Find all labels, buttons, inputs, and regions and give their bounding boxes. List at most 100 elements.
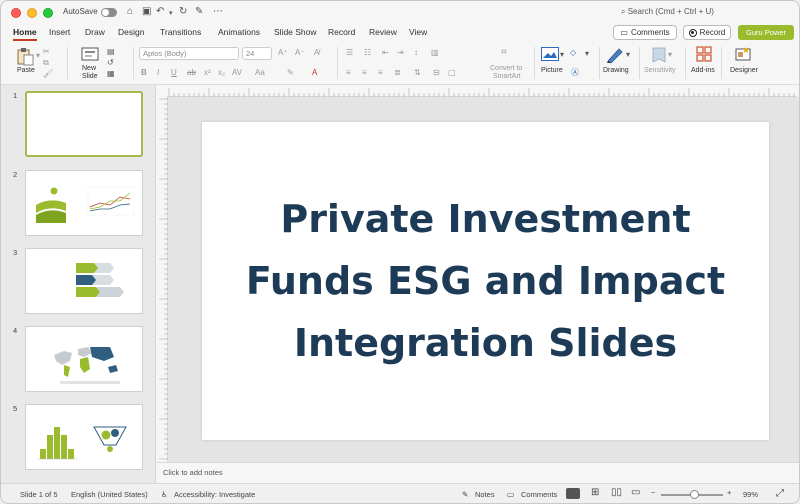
save-icon[interactable]: ▣ [142, 6, 151, 18]
undo-icon[interactable]: ↶ [156, 6, 164, 18]
record-button[interactable]: Record [683, 25, 731, 40]
minimize-window-button[interactable] [27, 8, 37, 18]
home-icon[interactable]: ⌂ [127, 6, 133, 18]
slide-thumbnail-2[interactable] [25, 170, 143, 236]
tab-transitions[interactable]: Transitions [160, 27, 201, 37]
slide-sorter-icon[interactable]: ⊞ [591, 487, 599, 498]
char-spacing-icon[interactable]: AV [232, 68, 242, 77]
align-text-icon[interactable]: ⊟ [433, 68, 440, 77]
zoom-slider-handle[interactable] [690, 490, 699, 499]
align-right-icon[interactable]: ≡ [378, 68, 383, 77]
decrease-indent-icon[interactable]: ⇤ [382, 48, 389, 57]
tab-animations[interactable]: Animations [218, 27, 260, 37]
slideshow-view-icon[interactable]: ▭ [631, 487, 640, 498]
font-size-select[interactable]: 24 [242, 47, 272, 60]
slide-thumbnail-3[interactable] [25, 248, 143, 314]
superscript-icon[interactable]: x² [204, 68, 211, 77]
clear-format-icon[interactable]: A̸ [314, 48, 319, 57]
sensitivity-dropdown-icon[interactable]: ▾ [668, 50, 672, 59]
designer-icon[interactable] [735, 46, 753, 62]
accessibility-status[interactable]: Accessibility: Investigate [174, 490, 255, 499]
comments-button[interactable]: ▭ Comments [613, 25, 677, 40]
tab-draw[interactable]: Draw [85, 27, 105, 37]
layout-icon[interactable]: ▤ [107, 47, 115, 56]
increase-font-icon[interactable]: A⁺ [278, 48, 288, 57]
subscript-icon[interactable]: x₂ [218, 68, 225, 77]
paste-dropdown-icon[interactable]: ▾ [36, 51, 40, 60]
zoom-in-icon[interactable]: + [727, 488, 731, 497]
picture-icon[interactable] [541, 47, 559, 61]
new-slide-icon[interactable] [81, 47, 99, 63]
comments-icon[interactable]: ▭ [507, 490, 514, 499]
notes-pane[interactable]: Click to add notes [156, 462, 799, 483]
close-window-button[interactable] [11, 8, 21, 18]
tab-insert[interactable]: Insert [49, 27, 70, 37]
decrease-font-icon[interactable]: A⁻ [295, 48, 305, 57]
notes-icon[interactable]: ✎ [462, 490, 468, 499]
shapes-icon[interactable]: ◇ [570, 48, 576, 57]
tab-view[interactable]: View [409, 27, 427, 37]
reset-icon[interactable]: ↺ [107, 58, 114, 67]
maximize-window-button[interactable] [43, 8, 53, 18]
drawing-dropdown-icon[interactable]: ▾ [626, 50, 630, 59]
normal-view-icon[interactable] [566, 488, 580, 499]
fit-slide-icon[interactable]: ⤢ [776, 488, 784, 499]
autosave-toggle[interactable] [101, 8, 117, 17]
zoom-level[interactable]: 99% [743, 490, 758, 499]
columns-icon[interactable]: ▥ [431, 48, 439, 57]
shapes-dropdown-icon[interactable]: ▾ [585, 49, 589, 58]
bullets-icon[interactable]: ☰ [346, 48, 353, 57]
line-spacing-icon[interactable]: ↕ [414, 48, 418, 57]
align-left-icon[interactable]: ≡ [346, 68, 351, 77]
accessibility-icon[interactable]: ♿ [161, 490, 168, 499]
text-direction-icon[interactable]: ⇅ [414, 68, 421, 77]
redo-icon[interactable]: ↻ [179, 6, 187, 18]
reading-view-icon[interactable]: ▯▯ [611, 487, 622, 498]
font-color-icon[interactable]: A [312, 68, 317, 77]
align-center-icon[interactable]: ≡ [362, 68, 367, 77]
picture-dropdown-icon[interactable]: ▾ [560, 50, 564, 59]
font-name-select[interactable]: Aptos (Body) [139, 47, 239, 60]
underline-icon[interactable]: U [171, 68, 177, 77]
comments-toggle[interactable]: Comments [521, 490, 557, 499]
justify-icon[interactable]: ≣ [394, 68, 401, 77]
notes-toggle[interactable]: Notes [475, 490, 495, 499]
smartart-icon[interactable]: ⌗ [501, 47, 507, 58]
tab-home[interactable]: Home [13, 27, 37, 41]
bold-icon[interactable]: B [141, 68, 147, 77]
numbering-icon[interactable]: ☷ [364, 48, 371, 57]
tab-record[interactable]: Record [328, 27, 355, 37]
addins-label: Add-ins [691, 67, 715, 74]
highlight-icon[interactable]: ✎ [287, 68, 294, 77]
strikethrough-icon[interactable]: ab [187, 68, 196, 77]
section-icon[interactable]: ▦ [107, 69, 115, 78]
copy-icon[interactable]: ⧉ [43, 58, 49, 68]
italic-icon[interactable]: I [157, 68, 159, 77]
format-painter-icon[interactable]: 🖌 [43, 69, 53, 78]
undo-dropdown-icon[interactable]: ▾ [169, 8, 173, 20]
form-icon[interactable]: ✎ [195, 6, 203, 18]
search-box[interactable]: ⌕ Search (Cmd + Ctrl + U) [621, 7, 714, 17]
guru-power-button[interactable]: Guru Power [738, 25, 794, 40]
increase-indent-icon[interactable]: ⇥ [397, 48, 404, 57]
change-case-icon[interactable]: Aa [255, 68, 265, 77]
addins-icon[interactable] [696, 46, 712, 62]
zoom-out-icon[interactable]: − [651, 488, 655, 497]
more-icon[interactable]: ⋯ [213, 6, 223, 18]
current-slide-canvas[interactable]: Private Investment Funds ESG and Impact … [202, 122, 769, 440]
slide-count: Slide 1 of 5 [20, 490, 58, 499]
sensitivity-icon[interactable] [651, 46, 667, 64]
text-box-insert-icon[interactable]: Ⓐ [571, 67, 579, 78]
language-indicator[interactable]: English (United States) [71, 490, 148, 499]
tab-slide-show[interactable]: Slide Show [274, 27, 317, 37]
paste-icon[interactable] [15, 46, 35, 66]
slide-thumbnail-4[interactable] [25, 326, 143, 392]
drawing-icon[interactable] [605, 46, 625, 64]
slide-thumbnail-1[interactable] [25, 91, 143, 157]
cut-icon[interactable]: ✂ [43, 47, 50, 56]
slide-title-textbox[interactable]: Private Investment Funds ESG and Impact … [226, 188, 746, 374]
tab-design[interactable]: Design [118, 27, 144, 37]
tab-review[interactable]: Review [369, 27, 397, 37]
text-box-icon[interactable]: ▢ [448, 68, 456, 77]
slide-thumbnail-5[interactable] [25, 404, 143, 470]
